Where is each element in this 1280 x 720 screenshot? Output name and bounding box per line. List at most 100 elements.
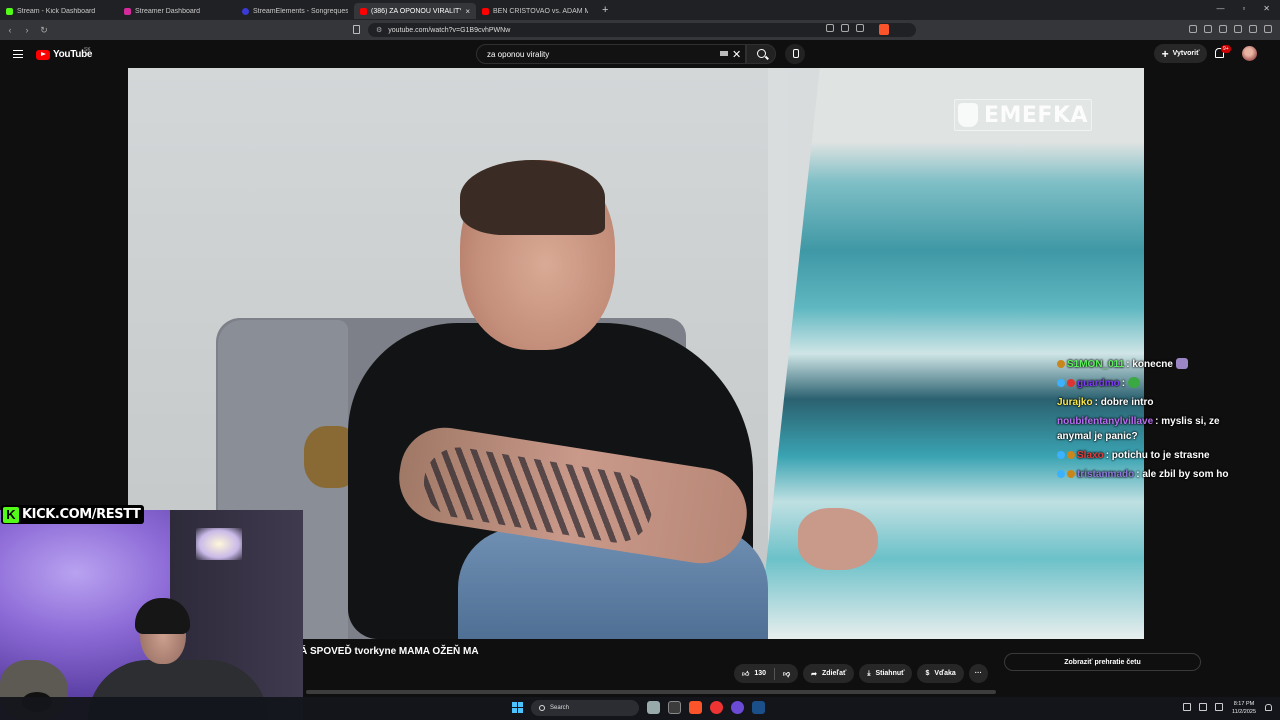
keyboard-icon[interactable]: [720, 51, 728, 56]
webcam-lamp: [196, 528, 242, 560]
youtube-favicon-icon: [482, 7, 489, 15]
twitch-favicon-icon: [124, 7, 131, 15]
notification-count-badge: 9+: [1221, 45, 1231, 53]
wallet-icon[interactable]: [1234, 25, 1242, 33]
chat-replay-label: Zobraziť prehratie četu: [1064, 658, 1141, 666]
dislike-button[interactable]: 👎︎: [775, 669, 798, 678]
tab-title: StreamElements - Songrequest: [253, 7, 348, 15]
tab-youtube-active[interactable]: (386) ZA OPONOU VIRALITY ×: [354, 3, 476, 19]
menu-icon[interactable]: [1264, 25, 1272, 33]
translate-icon[interactable]: [841, 24, 849, 32]
screen: Stream - Kick Dashboard Streamer Dashboa…: [0, 0, 1280, 720]
kick-favicon-icon: [6, 7, 13, 15]
search-input[interactable]: za oponou virality: [476, 44, 746, 64]
close-tab-icon[interactable]: ×: [465, 7, 470, 16]
tray-chevron-icon[interactable]: [1183, 703, 1191, 711]
voice-search-icon[interactable]: [785, 44, 805, 64]
obs-icon[interactable]: [731, 701, 744, 714]
forward-icon[interactable]: ›: [20, 25, 34, 35]
video-actions: 👍︎ 130 👎︎ ➦ Zdieľať ⤓ Stiahnuť $ Vďaka ·…: [734, 664, 988, 683]
webcam-overlay: [0, 510, 303, 720]
like-dislike-group: 👍︎ 130 👎︎: [734, 664, 799, 683]
tab-youtube-ben-cristovao[interactable]: BEN CRISTOVAO vs. ADAM MIŠÍK n.: [476, 3, 594, 19]
thanks-icon: $: [925, 670, 930, 677]
video-title: Á SPOVEĎ tvorkyne MAMA OŽEŇ MA: [300, 646, 479, 657]
window-controls: — ▫ ✕: [1206, 0, 1280, 17]
download-label: Stiahnuť: [875, 670, 905, 677]
address-bar-actions: [826, 24, 864, 32]
plus-icon: +: [1161, 46, 1169, 61]
clock-time: 8:17 PM: [1233, 701, 1255, 707]
kick-logo-icon: K: [3, 506, 19, 523]
windows-start-icon[interactable]: [512, 702, 523, 713]
youtube-header: YouTube SK za oponou virality ✕ + Vytvor…: [0, 40, 1280, 68]
taskbar-clock[interactable]: 8:17 PM 11/2/2025: [1232, 700, 1256, 716]
clock-date: 11/2/2025: [1231, 709, 1256, 715]
reload-icon[interactable]: ↻: [37, 25, 51, 36]
download-button[interactable]: ⤓ Stiahnuť: [859, 664, 913, 683]
brave-shields-icon[interactable]: [879, 24, 889, 35]
close-window-icon[interactable]: ✕: [1263, 4, 1270, 13]
account-avatar[interactable]: [1242, 46, 1257, 61]
watermark-text: EMEFKA: [983, 102, 1089, 128]
share-arrow-icon: ➦: [811, 670, 817, 678]
bookmark-icon[interactable]: [353, 25, 360, 34]
share-label: Zdieľať: [822, 670, 847, 677]
maximize-icon[interactable]: ▫: [1242, 4, 1245, 13]
share-page-icon[interactable]: [856, 24, 864, 32]
volume-icon[interactable]: [1215, 703, 1223, 711]
chat-text: konecne: [1132, 359, 1173, 370]
chat-username: Jurajko: [1057, 397, 1093, 408]
channel-watermark: EMEFKA: [954, 99, 1092, 131]
chat-text: dobre intro: [1100, 397, 1154, 408]
taskbar-search-placeholder: Search: [550, 705, 570, 711]
chat-message: noubifentanylvillave: myslis si, ze anym…: [1057, 414, 1229, 444]
more-actions-button[interactable]: ···: [968, 664, 988, 683]
streamelements-favicon-icon: [242, 7, 249, 15]
youtube-favicon-icon: [360, 7, 367, 15]
chat-username: Slaxo: [1077, 450, 1104, 461]
extension-icon[interactable]: [1204, 25, 1212, 33]
tab-title: (386) ZA OPONOU VIRALITY: [371, 7, 462, 15]
brave-browser-icon[interactable]: [689, 701, 702, 714]
notification-center-icon[interactable]: [1265, 704, 1272, 711]
cast-icon[interactable]: [826, 24, 834, 32]
network-icon[interactable]: [1199, 703, 1207, 711]
back-icon[interactable]: ‹: [3, 25, 17, 35]
tab-streamelements[interactable]: StreamElements - Songrequest: [236, 3, 354, 19]
share-button[interactable]: ➦ Zdieľať: [803, 664, 855, 683]
tab-kick-dashboard[interactable]: Stream - Kick Dashboard: [0, 3, 118, 19]
menu-hamburger-icon[interactable]: [13, 50, 23, 58]
page-scrollbar-track[interactable]: [306, 690, 996, 694]
region-code: SK: [84, 47, 91, 53]
video-person-hair: [460, 160, 605, 235]
site-info-icon[interactable]: ⚙: [376, 26, 382, 34]
tab-title: BEN CRISTOVAO vs. ADAM MIŠÍK n.: [493, 7, 588, 15]
xbox-icon[interactable]: [668, 701, 681, 714]
create-button[interactable]: + Vytvoriť: [1154, 44, 1207, 63]
extension-icon[interactable]: [1189, 25, 1197, 33]
show-chat-replay-button[interactable]: Zobraziť prehratie četu: [1004, 653, 1201, 671]
steam-icon[interactable]: [752, 701, 765, 714]
tab-streamer-dashboard[interactable]: Streamer Dashboard: [118, 3, 236, 19]
taskbar-search[interactable]: Search: [531, 700, 639, 716]
search-button[interactable]: [746, 44, 776, 64]
chat-separator: :: [1121, 378, 1128, 389]
vpn-icon[interactable]: [1249, 25, 1257, 33]
chat-message: S1MON_011: konecne: [1057, 357, 1229, 372]
chat-overlay: S1MON_011: konecne guardmo: Jurajko: dob…: [1057, 357, 1229, 486]
chat-username: S1MON_011: [1067, 359, 1125, 370]
browser-tab-strip: Stream - Kick Dashboard Streamer Dashboa…: [0, 0, 1280, 20]
sidebar-icon[interactable]: [1219, 25, 1227, 33]
minimize-icon[interactable]: —: [1216, 4, 1224, 13]
new-tab-button[interactable]: +: [594, 4, 616, 16]
thumbs-down-icon: 👎︎: [783, 671, 791, 678]
clear-search-icon[interactable]: ✕: [732, 48, 741, 61]
system-tray: [1183, 703, 1223, 711]
task-view-icon[interactable]: [647, 701, 660, 714]
thanks-button[interactable]: $ Vďaka: [917, 664, 964, 683]
chat-username: tristanmado: [1077, 469, 1135, 480]
pepe-emote-icon: [1127, 377, 1140, 388]
like-button[interactable]: 👍︎ 130: [734, 669, 774, 678]
chrome-icon[interactable]: [710, 701, 723, 714]
